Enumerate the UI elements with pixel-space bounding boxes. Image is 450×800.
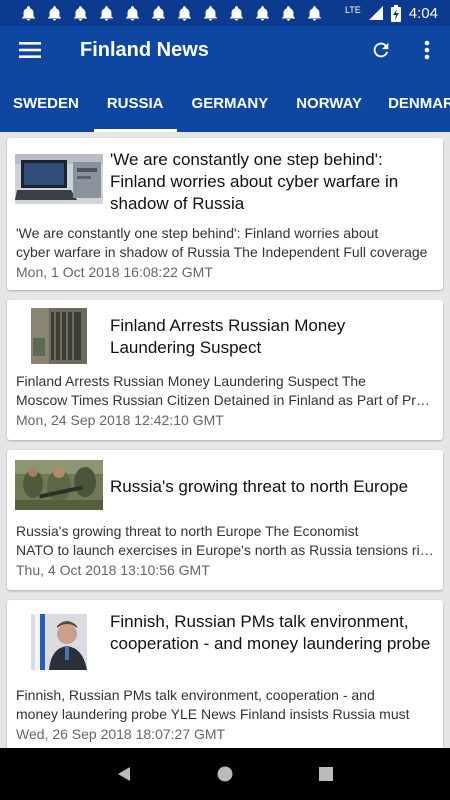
country-tabs: SWEDEN RUSSIA GERMANY NORWAY DENMARK xyxy=(0,74,450,132)
network-type: LTE xyxy=(344,4,361,15)
article-headline: Finnish, Russian PMs talk environment, c… xyxy=(110,612,431,653)
app-title: Finland News xyxy=(80,38,209,61)
menu-icon xyxy=(19,42,41,58)
notification-bell-icon xyxy=(230,5,243,21)
article-description: Finnish, Russian PMs talk environment, c… xyxy=(16,686,434,724)
article-date: Wed, 26 Sep 2018 18:07:27 GMT xyxy=(16,726,226,742)
recents-button[interactable] xyxy=(306,754,346,794)
refresh-button[interactable] xyxy=(358,26,404,74)
notification-bell-icon xyxy=(204,5,217,21)
home-icon xyxy=(217,766,233,782)
description-line: Finland Arrests Russian Money Laundering… xyxy=(16,373,366,389)
clock: 4:04 xyxy=(408,4,438,22)
tab-russia[interactable]: RUSSIA xyxy=(93,74,177,132)
refresh-icon xyxy=(373,42,389,58)
soldiers-image xyxy=(15,460,103,510)
tab-denmark[interactable]: DENMARK xyxy=(388,74,450,132)
back-icon xyxy=(118,767,131,781)
notification-bell-icon xyxy=(74,5,87,21)
description-line: NATO to launch exercises in Europe's nor… xyxy=(16,542,434,558)
home-button[interactable] xyxy=(205,754,245,794)
tab-norway[interactable]: NORWAY xyxy=(296,74,362,132)
article-thumbnail xyxy=(15,308,103,364)
article-headline: Finland Arrests Russian Money Laundering… xyxy=(110,316,346,357)
article-thumbnail xyxy=(15,154,103,204)
overflow-menu-icon xyxy=(424,40,430,60)
battery-charging-icon xyxy=(390,4,401,22)
article-date: Mon, 24 Sep 2018 12:42:10 GMT xyxy=(16,412,224,428)
notification-bell-icon xyxy=(152,5,165,21)
notification-bell-icon xyxy=(100,5,113,21)
news-card[interactable]: Russia's growing threat to north Europe … xyxy=(7,450,443,590)
description-line: 'We are constantly one step behind': Fin… xyxy=(16,225,379,241)
signal-icon xyxy=(368,6,383,20)
notification-bell-icon xyxy=(256,5,269,21)
article-date: Thu, 4 Oct 2018 13:10:56 GMT xyxy=(16,562,210,578)
status-bar: LTE 4:04 xyxy=(0,0,450,26)
laptop-image xyxy=(15,154,103,204)
article-description: Finland Arrests Russian Money Laundering… xyxy=(16,372,434,410)
article-description: 'We are constantly one step behind': Fin… xyxy=(16,224,434,262)
tab-germany[interactable]: GERMANY xyxy=(192,74,269,132)
back-button[interactable] xyxy=(104,754,144,794)
notification-bell-icon xyxy=(22,5,35,21)
prime-minister-image xyxy=(15,614,103,670)
building-image xyxy=(15,308,103,364)
system-navigation-bar xyxy=(0,748,450,800)
article-description: Russia's growing threat to north Europe … xyxy=(16,522,434,560)
description-line: Finnish, Russian PMs talk environment, c… xyxy=(16,687,375,703)
notification-bell-icon xyxy=(308,5,321,21)
article-thumbnail xyxy=(15,614,103,670)
news-card[interactable]: Finland Arrests Russian Money Laundering… xyxy=(7,300,443,440)
tab-sweden[interactable]: SWEDEN xyxy=(13,74,79,132)
recents-icon xyxy=(318,767,333,781)
article-headline: 'We are constantly one step behind': Fin… xyxy=(110,150,399,213)
news-feed[interactable]: 'We are constantly one step behind': Fin… xyxy=(0,132,450,748)
overflow-menu-button[interactable] xyxy=(404,26,450,74)
description-line: Russia's growing threat to north Europe … xyxy=(16,523,359,539)
notification-bell-icon xyxy=(282,5,295,21)
article-thumbnail xyxy=(15,460,103,510)
menu-button[interactable] xyxy=(0,26,60,74)
news-card[interactable]: Finnish, Russian PMs talk environment, c… xyxy=(7,600,443,748)
description-line: money laundering probe YLE News Finland … xyxy=(16,706,410,722)
article-headline: Russia's growing threat to north Europe xyxy=(110,477,409,496)
notification-bell-icon xyxy=(48,5,61,21)
notification-bell-icon xyxy=(126,5,139,21)
description-line: cyber warfare in shadow of Russia The In… xyxy=(16,244,428,260)
article-date: Mon, 1 Oct 2018 16:08:22 GMT xyxy=(16,264,213,280)
notification-icons xyxy=(20,5,323,22)
description-line: Moscow Times Russian Citizen Detained in… xyxy=(16,392,434,408)
app-bar: Finland News xyxy=(0,26,450,74)
notification-bell-icon xyxy=(178,5,191,21)
news-card[interactable]: 'We are constantly one step behind': Fin… xyxy=(7,138,443,290)
